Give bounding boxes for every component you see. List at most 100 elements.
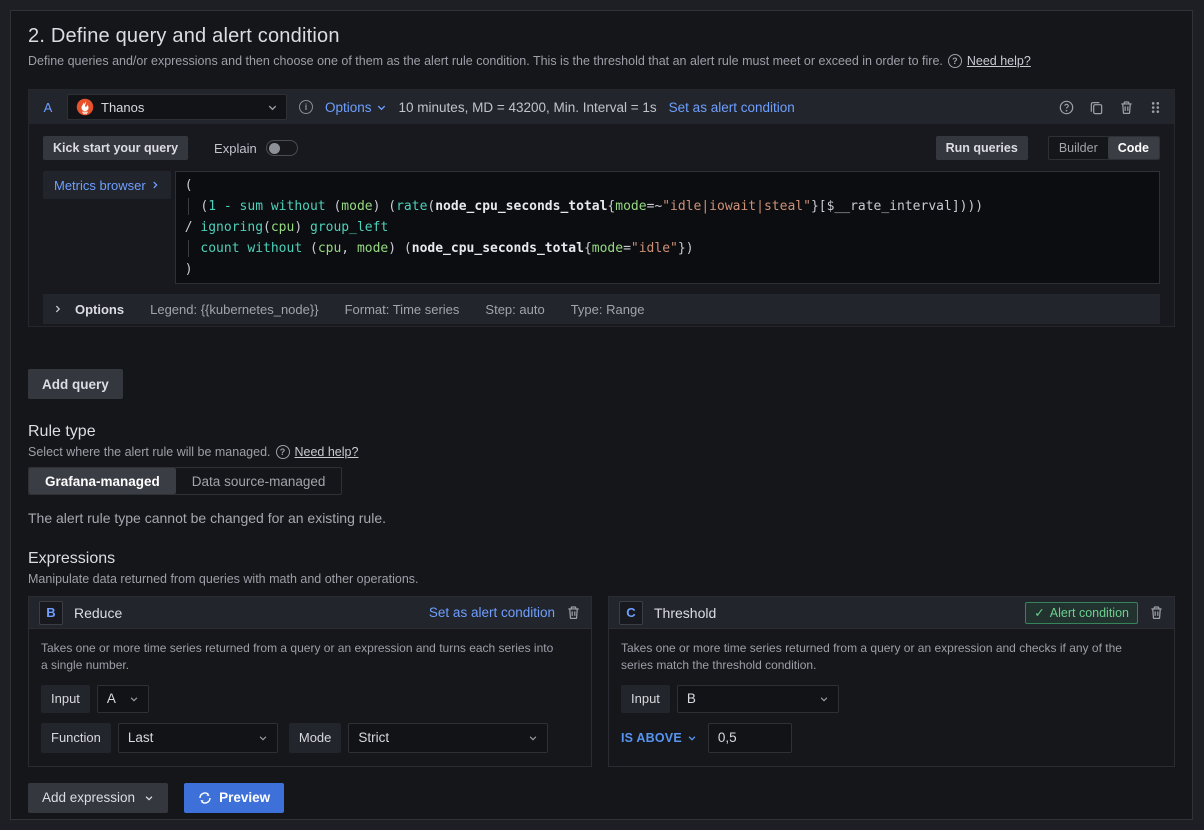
chevron-down-icon (258, 733, 268, 743)
threshold-header-actions: ✓ Alert condition (1025, 602, 1164, 624)
chevron-down-icon (267, 102, 278, 113)
explain-control: Explain (214, 140, 298, 156)
footer-actions: Add expression Preview (28, 783, 1175, 813)
add-expression-button[interactable]: Add expression (28, 783, 168, 813)
code-line: / ignoring(cpu) group_left (185, 217, 1159, 238)
run-queries-button[interactable]: Run queries (936, 136, 1028, 160)
preview-button[interactable]: Preview (184, 783, 284, 813)
threshold-ref-id-badge: C (619, 601, 643, 625)
refresh-icon (198, 791, 212, 805)
datasource-name: Thanos (101, 100, 260, 115)
builder-mode-option[interactable]: Builder (1049, 137, 1108, 159)
page-description: Define queries and/or expressions and th… (28, 54, 1175, 68)
metrics-browser-button[interactable]: Metrics browser (43, 171, 171, 199)
drag-handle-icon[interactable] (1149, 100, 1162, 115)
legend-option: Legend: {{kubernetes_node}} (150, 302, 318, 317)
reduce-function-select[interactable]: Last (118, 723, 278, 753)
reduce-card-body: Takes one or more time series returned f… (29, 629, 591, 766)
reduce-mode-select[interactable]: Strict (348, 723, 548, 753)
reduce-ref-id-badge: B (39, 601, 63, 625)
reduce-set-alert-condition-link[interactable]: Set as alert condition (429, 605, 555, 620)
type-option: Type: Range (571, 302, 645, 317)
reduce-card-title: Reduce (74, 605, 122, 621)
reduce-description: Takes one or more time series returned f… (41, 640, 561, 675)
chevron-right-icon (150, 180, 160, 190)
threshold-input-label: Input (621, 685, 670, 713)
step-option: Step: auto (485, 302, 544, 317)
alert-condition-badge: ✓ Alert condition (1025, 602, 1138, 624)
threshold-card-header: C Threshold ✓ Alert condition (609, 597, 1174, 629)
code-line: count without (cpu, mode) (node_cpu_seco… (185, 238, 1159, 259)
reduce-card-header: B Reduce Set as alert condition (29, 597, 591, 629)
kick-start-query-button[interactable]: Kick start your query (43, 136, 188, 160)
indent-guide (188, 240, 189, 257)
reduce-function-row: Function Last Mode Strict (41, 723, 579, 753)
code-mode-option[interactable]: Code (1108, 137, 1159, 159)
reduce-header-actions: Set as alert condition (429, 605, 581, 620)
code-line: ) (185, 259, 1159, 280)
rule-type-title: Rule type (28, 423, 1175, 441)
expressions-section: Expressions Manipulate data returned fro… (28, 550, 1175, 767)
query-ref-id: A (41, 100, 55, 115)
code-line: ( (185, 175, 1159, 196)
rule-type-radio-group: Grafana-managed Data source-managed (28, 467, 342, 495)
reduce-input-row: Input A (41, 685, 579, 713)
delete-threshold-icon[interactable] (1149, 605, 1164, 620)
query-header: A Thanos i Options 10 minutes, MD = 4320… (29, 90, 1174, 124)
check-icon: ✓ (1034, 605, 1044, 620)
duplicate-query-icon[interactable] (1089, 100, 1104, 115)
chevron-down-icon (376, 102, 387, 113)
expression-cards: B Reduce Set as alert condition Takes on… (28, 596, 1175, 767)
thanos-datasource-icon (76, 98, 94, 116)
threshold-value-input[interactable] (708, 723, 792, 753)
query-toolbar-right: Run queries Builder Code (936, 136, 1160, 160)
info-circle-icon: i (299, 100, 313, 114)
reduce-input-label: Input (41, 685, 90, 713)
reduce-input-select[interactable]: A (97, 685, 149, 713)
query-time-settings: 10 minutes, MD = 43200, Min. Interval = … (399, 100, 657, 115)
chevron-down-icon (687, 733, 697, 743)
rule-type-subtitle: Select where the alert rule will be mana… (28, 445, 1175, 459)
editor-mode-switch: Builder Code (1048, 136, 1160, 160)
query-toolbar: Kick start your query Explain Run querie… (43, 136, 1160, 160)
explain-toggle[interactable] (266, 140, 298, 156)
rule-type-section: Rule type Select where the alert rule wi… (28, 423, 1175, 526)
datasource-picker[interactable]: Thanos (67, 94, 287, 120)
query-editor-body: Kick start your query Explain Run querie… (29, 124, 1174, 326)
rule-type-need-help-link[interactable]: Need help? (295, 445, 359, 459)
threshold-condition-select[interactable]: IS ABOVE (621, 731, 697, 745)
threshold-card-title: Threshold (654, 605, 716, 621)
page-description-text: Define queries and/or expressions and th… (28, 54, 943, 68)
chevron-down-icon (819, 694, 829, 704)
chevron-down-icon (129, 694, 139, 704)
toggle-knob (269, 143, 280, 154)
format-option: Format: Time series (345, 302, 460, 317)
query-options-toggle[interactable]: Options (325, 100, 387, 115)
query-options-collapse-row[interactable]: Options Legend: {{kubernetes_node}} Form… (43, 294, 1160, 324)
add-query-button[interactable]: Add query (28, 369, 123, 399)
rule-type-option-datasource-managed[interactable]: Data source-managed (176, 468, 342, 494)
set-as-alert-condition-link[interactable]: Set as alert condition (669, 100, 795, 115)
rule-type-note: The alert rule type cannot be changed fo… (28, 510, 1175, 526)
rule-type-option-grafana-managed[interactable]: Grafana-managed (29, 468, 176, 494)
reduce-function-label: Function (41, 723, 111, 753)
chevron-down-icon (528, 733, 538, 743)
threshold-description: Takes one or more time series returned f… (621, 640, 1141, 675)
question-circle-icon: ? (948, 54, 962, 68)
threshold-card-body: Takes one or more time series returned f… (609, 629, 1174, 766)
page-title: 2. Define query and alert condition (28, 25, 1175, 48)
need-help-link[interactable]: Need help? (967, 54, 1031, 68)
promql-code-editor[interactable]: ( (1 - sum without (mode) (rate(node_cpu… (175, 171, 1160, 284)
options-collapse-toggle[interactable]: Options (53, 302, 124, 317)
delete-query-icon[interactable] (1119, 100, 1134, 115)
reduce-expression-card: B Reduce Set as alert condition Takes on… (28, 596, 592, 767)
delete-reduce-icon[interactable] (566, 605, 581, 620)
chevron-down-icon (144, 793, 154, 803)
query-help-icon[interactable] (1059, 100, 1074, 115)
indent-guide (188, 198, 189, 215)
code-line: (1 - sum without (mode) (rate(node_cpu_s… (185, 196, 1159, 217)
query-actions (1059, 100, 1162, 115)
threshold-input-select[interactable]: B (677, 685, 839, 713)
expressions-title: Expressions (28, 550, 1175, 568)
chevron-right-icon (53, 304, 63, 314)
